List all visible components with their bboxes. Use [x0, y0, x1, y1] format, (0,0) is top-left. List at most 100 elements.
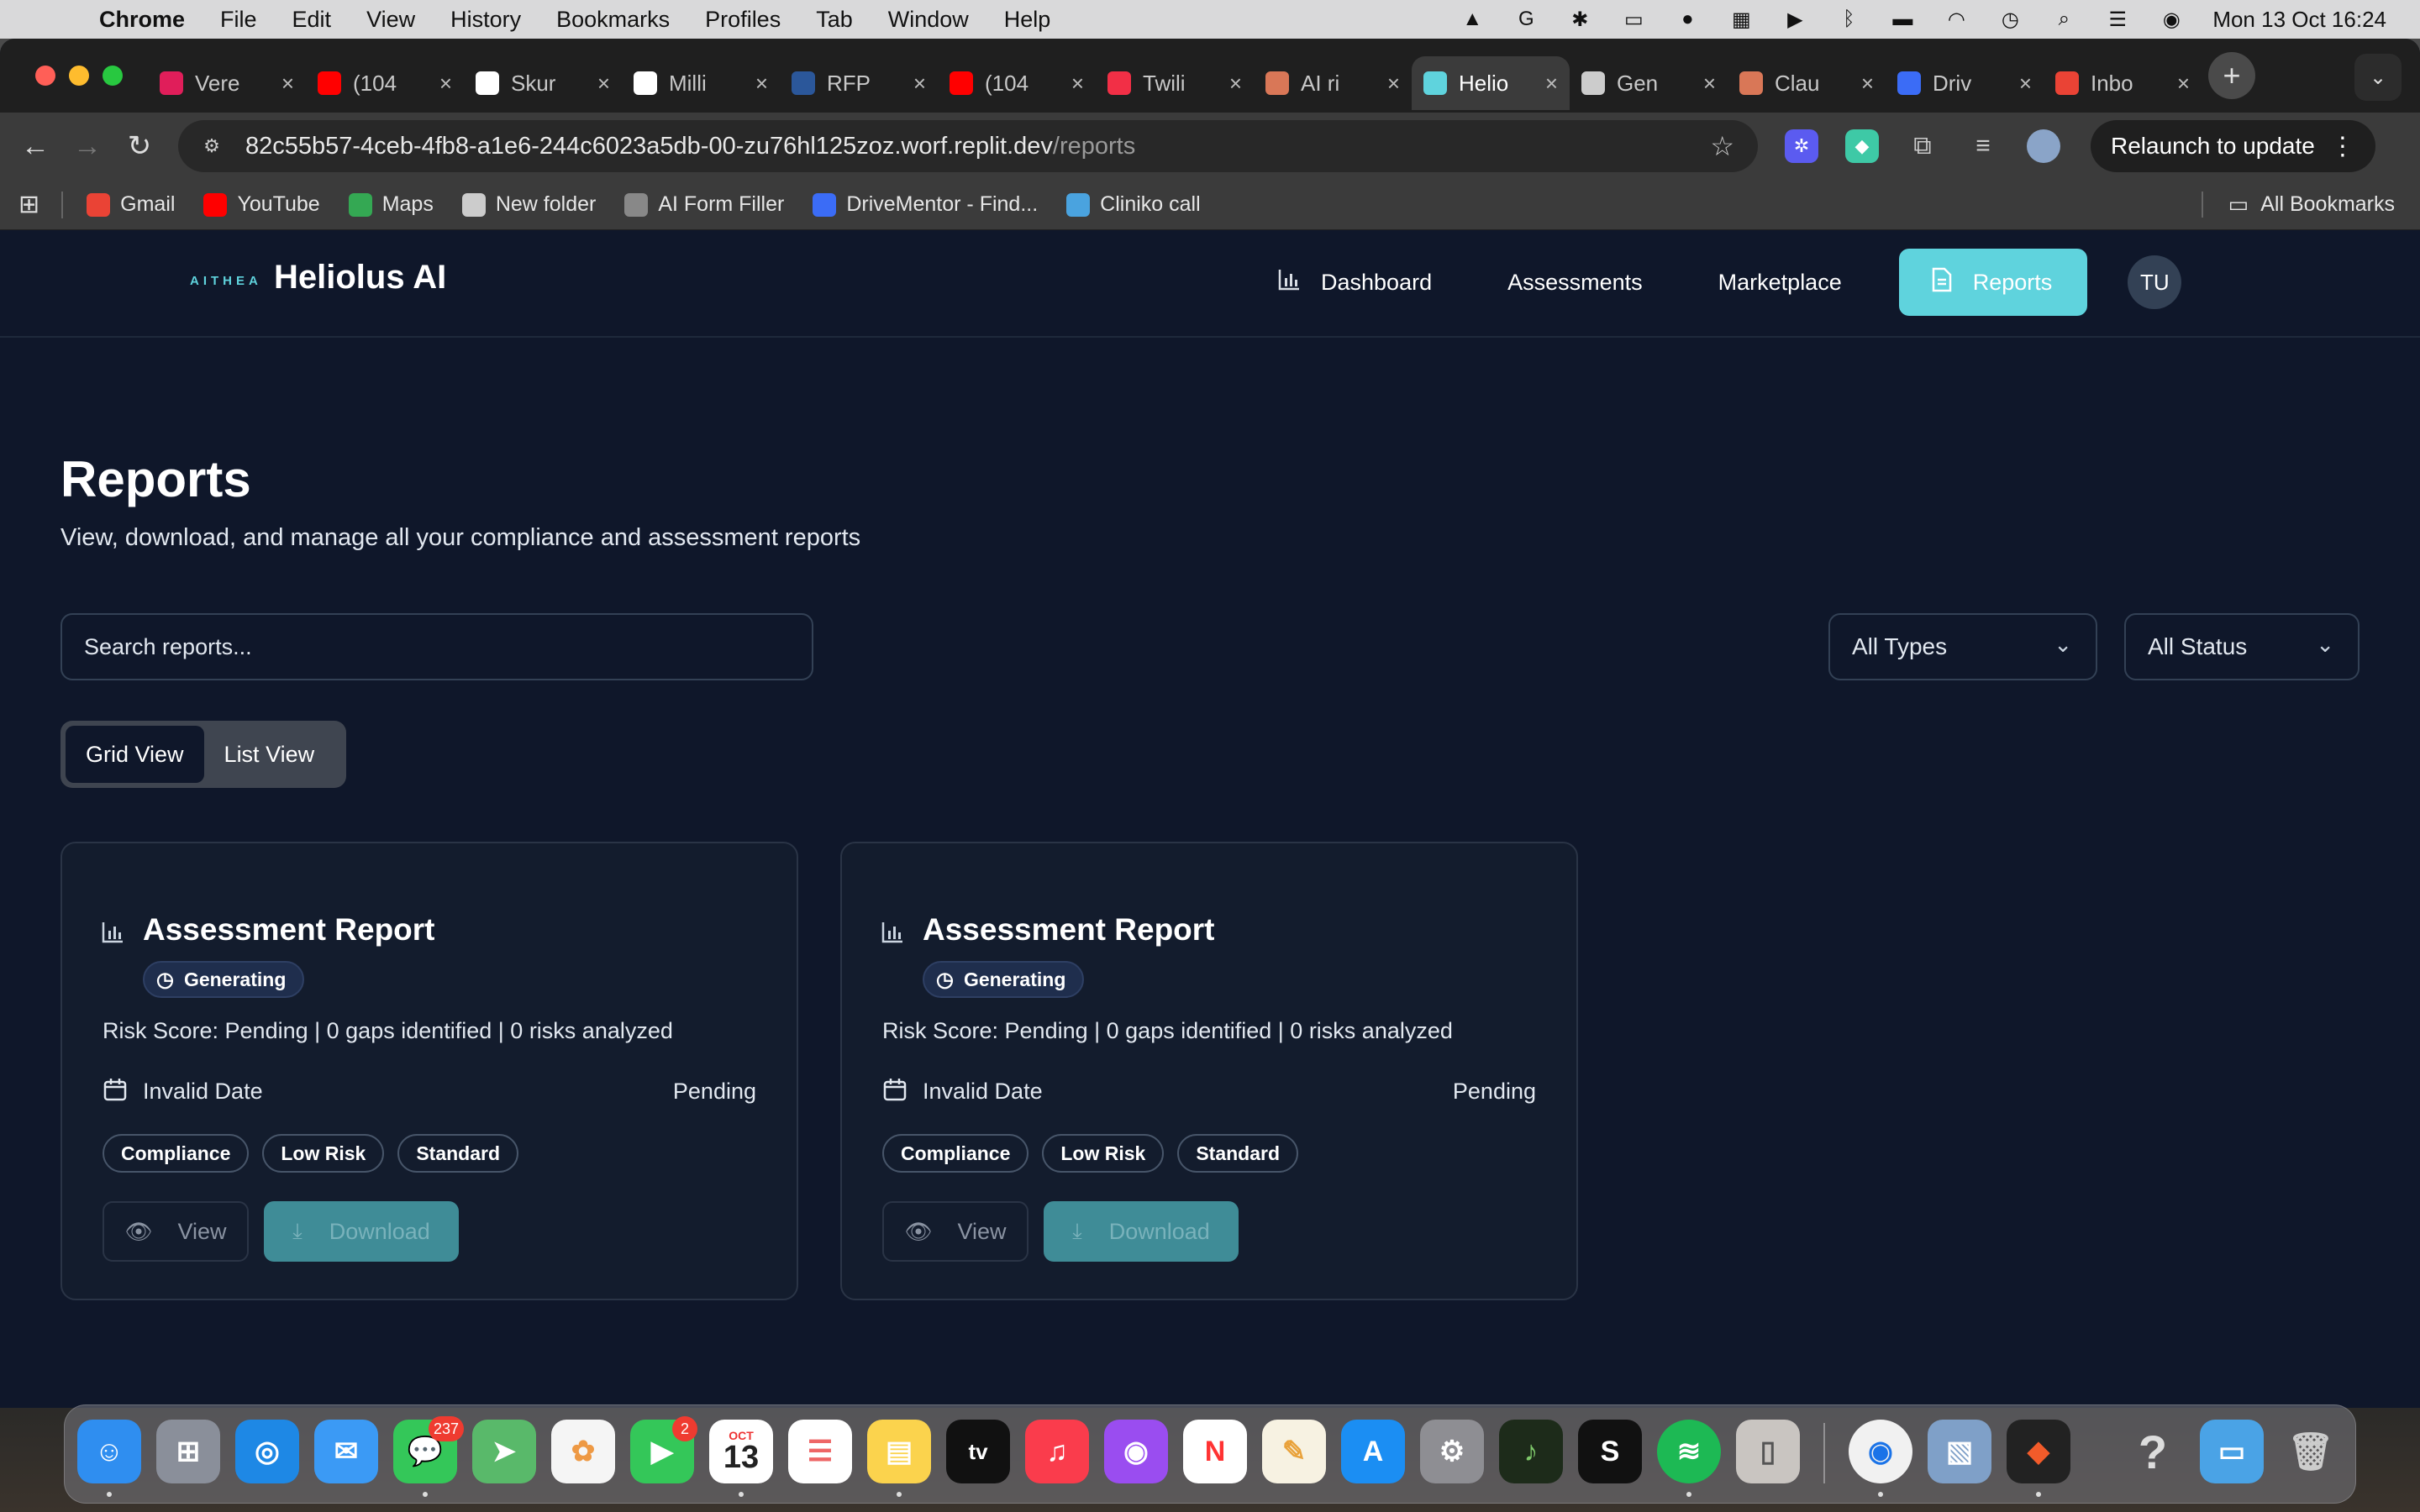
system-settings-icon[interactable]: ⚙: [1420, 1420, 1484, 1483]
type-filter-select[interactable]: All Types ⌄: [1828, 613, 2097, 680]
close-icon[interactable]: ×: [597, 71, 610, 97]
report-card[interactable]: Assessment Report ◷ Generating Risk Scor…: [60, 842, 798, 1300]
view-button[interactable]: 👁 View: [103, 1201, 249, 1262]
nav-reports[interactable]: Reports: [1898, 249, 2088, 316]
maps-icon[interactable]: ➤: [472, 1420, 536, 1483]
close-icon[interactable]: ×: [1387, 71, 1400, 97]
play-icon[interactable]: ▶: [1782, 8, 1807, 31]
music-icon[interactable]: ♫: [1025, 1420, 1089, 1483]
nav-dashboard[interactable]: Dashboard: [1259, 249, 1450, 316]
memory-icon[interactable]: ▦: [1728, 8, 1754, 31]
safari-icon[interactable]: ◎: [235, 1420, 299, 1483]
pages-icon[interactable]: ✎: [1262, 1420, 1326, 1483]
nav-marketplace[interactable]: Marketplace: [1700, 249, 1860, 316]
help-icon[interactable]: ?: [2121, 1420, 2185, 1483]
app-store-icon[interactable]: A: [1341, 1420, 1405, 1483]
extension-icon[interactable]: ◆: [1845, 129, 1879, 163]
drive-icon[interactable]: ▲: [1460, 8, 1485, 31]
grid-view-button[interactable]: Grid View: [66, 726, 204, 783]
browser-tab[interactable]: Skur ×: [464, 56, 622, 110]
download-button[interactable]: ⤓ Download: [264, 1201, 459, 1262]
browser-tab[interactable]: Milli ×: [622, 56, 780, 110]
status-filter-select[interactable]: All Status ⌄: [2124, 613, 2360, 680]
browser-tab[interactable]: Driv ×: [1886, 56, 2044, 110]
extensions-puzzle-icon[interactable]: ⧉: [1906, 129, 1939, 163]
site-info-icon[interactable]: ⚙: [197, 131, 227, 161]
report-card[interactable]: Assessment Report ◷ Generating Risk Scor…: [840, 842, 1578, 1300]
close-icon[interactable]: ×: [1703, 71, 1716, 97]
close-icon[interactable]: ×: [755, 71, 768, 97]
podcasts-icon[interactable]: ◉: [1104, 1420, 1168, 1483]
perplexity-icon[interactable]: ✱: [1567, 8, 1592, 31]
close-icon[interactable]: ×: [2177, 71, 2190, 97]
browser-tab[interactable]: Gen ×: [1570, 56, 1728, 110]
bookmark-star-icon[interactable]: ☆: [1710, 130, 1734, 162]
view-button[interactable]: 👁 View: [882, 1201, 1028, 1262]
battery-icon[interactable]: ▬: [1890, 8, 1915, 31]
music-notation-icon[interactable]: ♪: [1499, 1420, 1563, 1483]
zoom-window-button[interactable]: [103, 66, 123, 86]
media-controls-icon[interactable]: ≡: [1966, 129, 2000, 163]
brand-mark[interactable]: AITHEA: [190, 274, 262, 288]
claude-desktop-icon[interactable]: ◆: [2007, 1420, 2070, 1483]
forward-button[interactable]: →: [71, 129, 104, 163]
menu-clock[interactable]: Mon 13 Oct 16:24: [2212, 7, 2386, 33]
spotify-icon[interactable]: ≋: [1657, 1420, 1721, 1483]
bookmark-item[interactable]: YouTube: [203, 192, 320, 217]
search-input[interactable]: [60, 613, 813, 680]
extension-icon[interactable]: ✲: [1785, 129, 1818, 163]
close-icon[interactable]: ×: [281, 71, 294, 97]
user-icon[interactable]: ●: [1675, 8, 1700, 31]
browser-tab[interactable]: Vere ×: [148, 56, 306, 110]
news-icon[interactable]: N: [1183, 1420, 1247, 1483]
close-icon[interactable]: ×: [439, 71, 452, 97]
close-icon[interactable]: ×: [913, 71, 926, 97]
nav-assessments[interactable]: Assessments: [1489, 249, 1661, 316]
more-menu-icon[interactable]: ⋮: [2330, 132, 2355, 161]
menu-edit[interactable]: Edit: [292, 7, 332, 33]
browser-tab[interactable]: (104 ×: [938, 56, 1096, 110]
close-icon[interactable]: ×: [2019, 71, 2032, 97]
finder-icon[interactable]: ☺: [77, 1420, 141, 1483]
list-view-button[interactable]: List View: [204, 726, 335, 783]
photos-icon[interactable]: ✿: [551, 1420, 615, 1483]
menu-help[interactable]: Help: [1004, 7, 1051, 33]
bookmark-item[interactable]: Cliniko call: [1066, 192, 1201, 217]
siri-icon[interactable]: ◉: [2159, 8, 2184, 31]
browser-tab[interactable]: Twili ×: [1096, 56, 1254, 110]
menu-window[interactable]: Window: [888, 7, 969, 33]
browser-tab[interactable]: AI ri ×: [1254, 56, 1412, 110]
minimize-window-button[interactable]: [69, 66, 89, 86]
calendar-icon[interactable]: OCT 13: [709, 1420, 773, 1483]
menu-view[interactable]: View: [366, 7, 415, 33]
address-bar[interactable]: ⚙ 82c55b57-4ceb-4fb8-a1e6-244c6023a5db-0…: [178, 120, 1758, 172]
brand-name[interactable]: Heliolus AI: [274, 259, 446, 297]
wifi-icon[interactable]: ◠: [1944, 8, 1969, 31]
download-button[interactable]: ⤓ Download: [1044, 1201, 1239, 1262]
iphone-mirroring-icon[interactable]: ▯: [1736, 1420, 1800, 1483]
display-icon[interactable]: ▭: [1621, 8, 1646, 31]
close-icon[interactable]: ×: [1071, 71, 1084, 97]
bluetooth-icon[interactable]: ᛒ: [1836, 8, 1861, 31]
bookmark-item[interactable]: Maps: [348, 192, 434, 217]
back-button[interactable]: ←: [18, 129, 52, 163]
bookmark-item[interactable]: Gmail: [87, 192, 175, 217]
grammarly-icon[interactable]: G: [1513, 8, 1539, 31]
squarespace-icon[interactable]: S: [1578, 1420, 1642, 1483]
relaunch-button[interactable]: Relaunch to update ⋮: [2091, 120, 2375, 172]
bookmark-item[interactable]: DriveMentor - Find...: [813, 192, 1038, 217]
browser-tab[interactable]: Inbo ×: [2044, 56, 2202, 110]
close-icon[interactable]: ×: [1861, 71, 1874, 97]
mail-icon[interactable]: ✉: [314, 1420, 378, 1483]
apps-grid-icon[interactable]: ⊞: [18, 190, 39, 219]
launchpad-icon[interactable]: ⊞: [156, 1420, 220, 1483]
downloads-folder-icon[interactable]: ▭: [2200, 1420, 2264, 1483]
close-window-button[interactable]: [35, 66, 55, 86]
trash-icon[interactable]: 🗑: [2279, 1420, 2343, 1483]
spotlight-search-icon[interactable]: ⌕: [2051, 8, 2076, 31]
all-bookmarks-button[interactable]: ▭ All Bookmarks: [2201, 192, 2395, 218]
control-center-icon[interactable]: ☰: [2105, 8, 2130, 31]
tab-search-icon[interactable]: ⌄: [2354, 54, 2402, 101]
browser-tab[interactable]: Helio ×: [1412, 56, 1570, 110]
new-tab-button[interactable]: +: [2208, 52, 2255, 99]
